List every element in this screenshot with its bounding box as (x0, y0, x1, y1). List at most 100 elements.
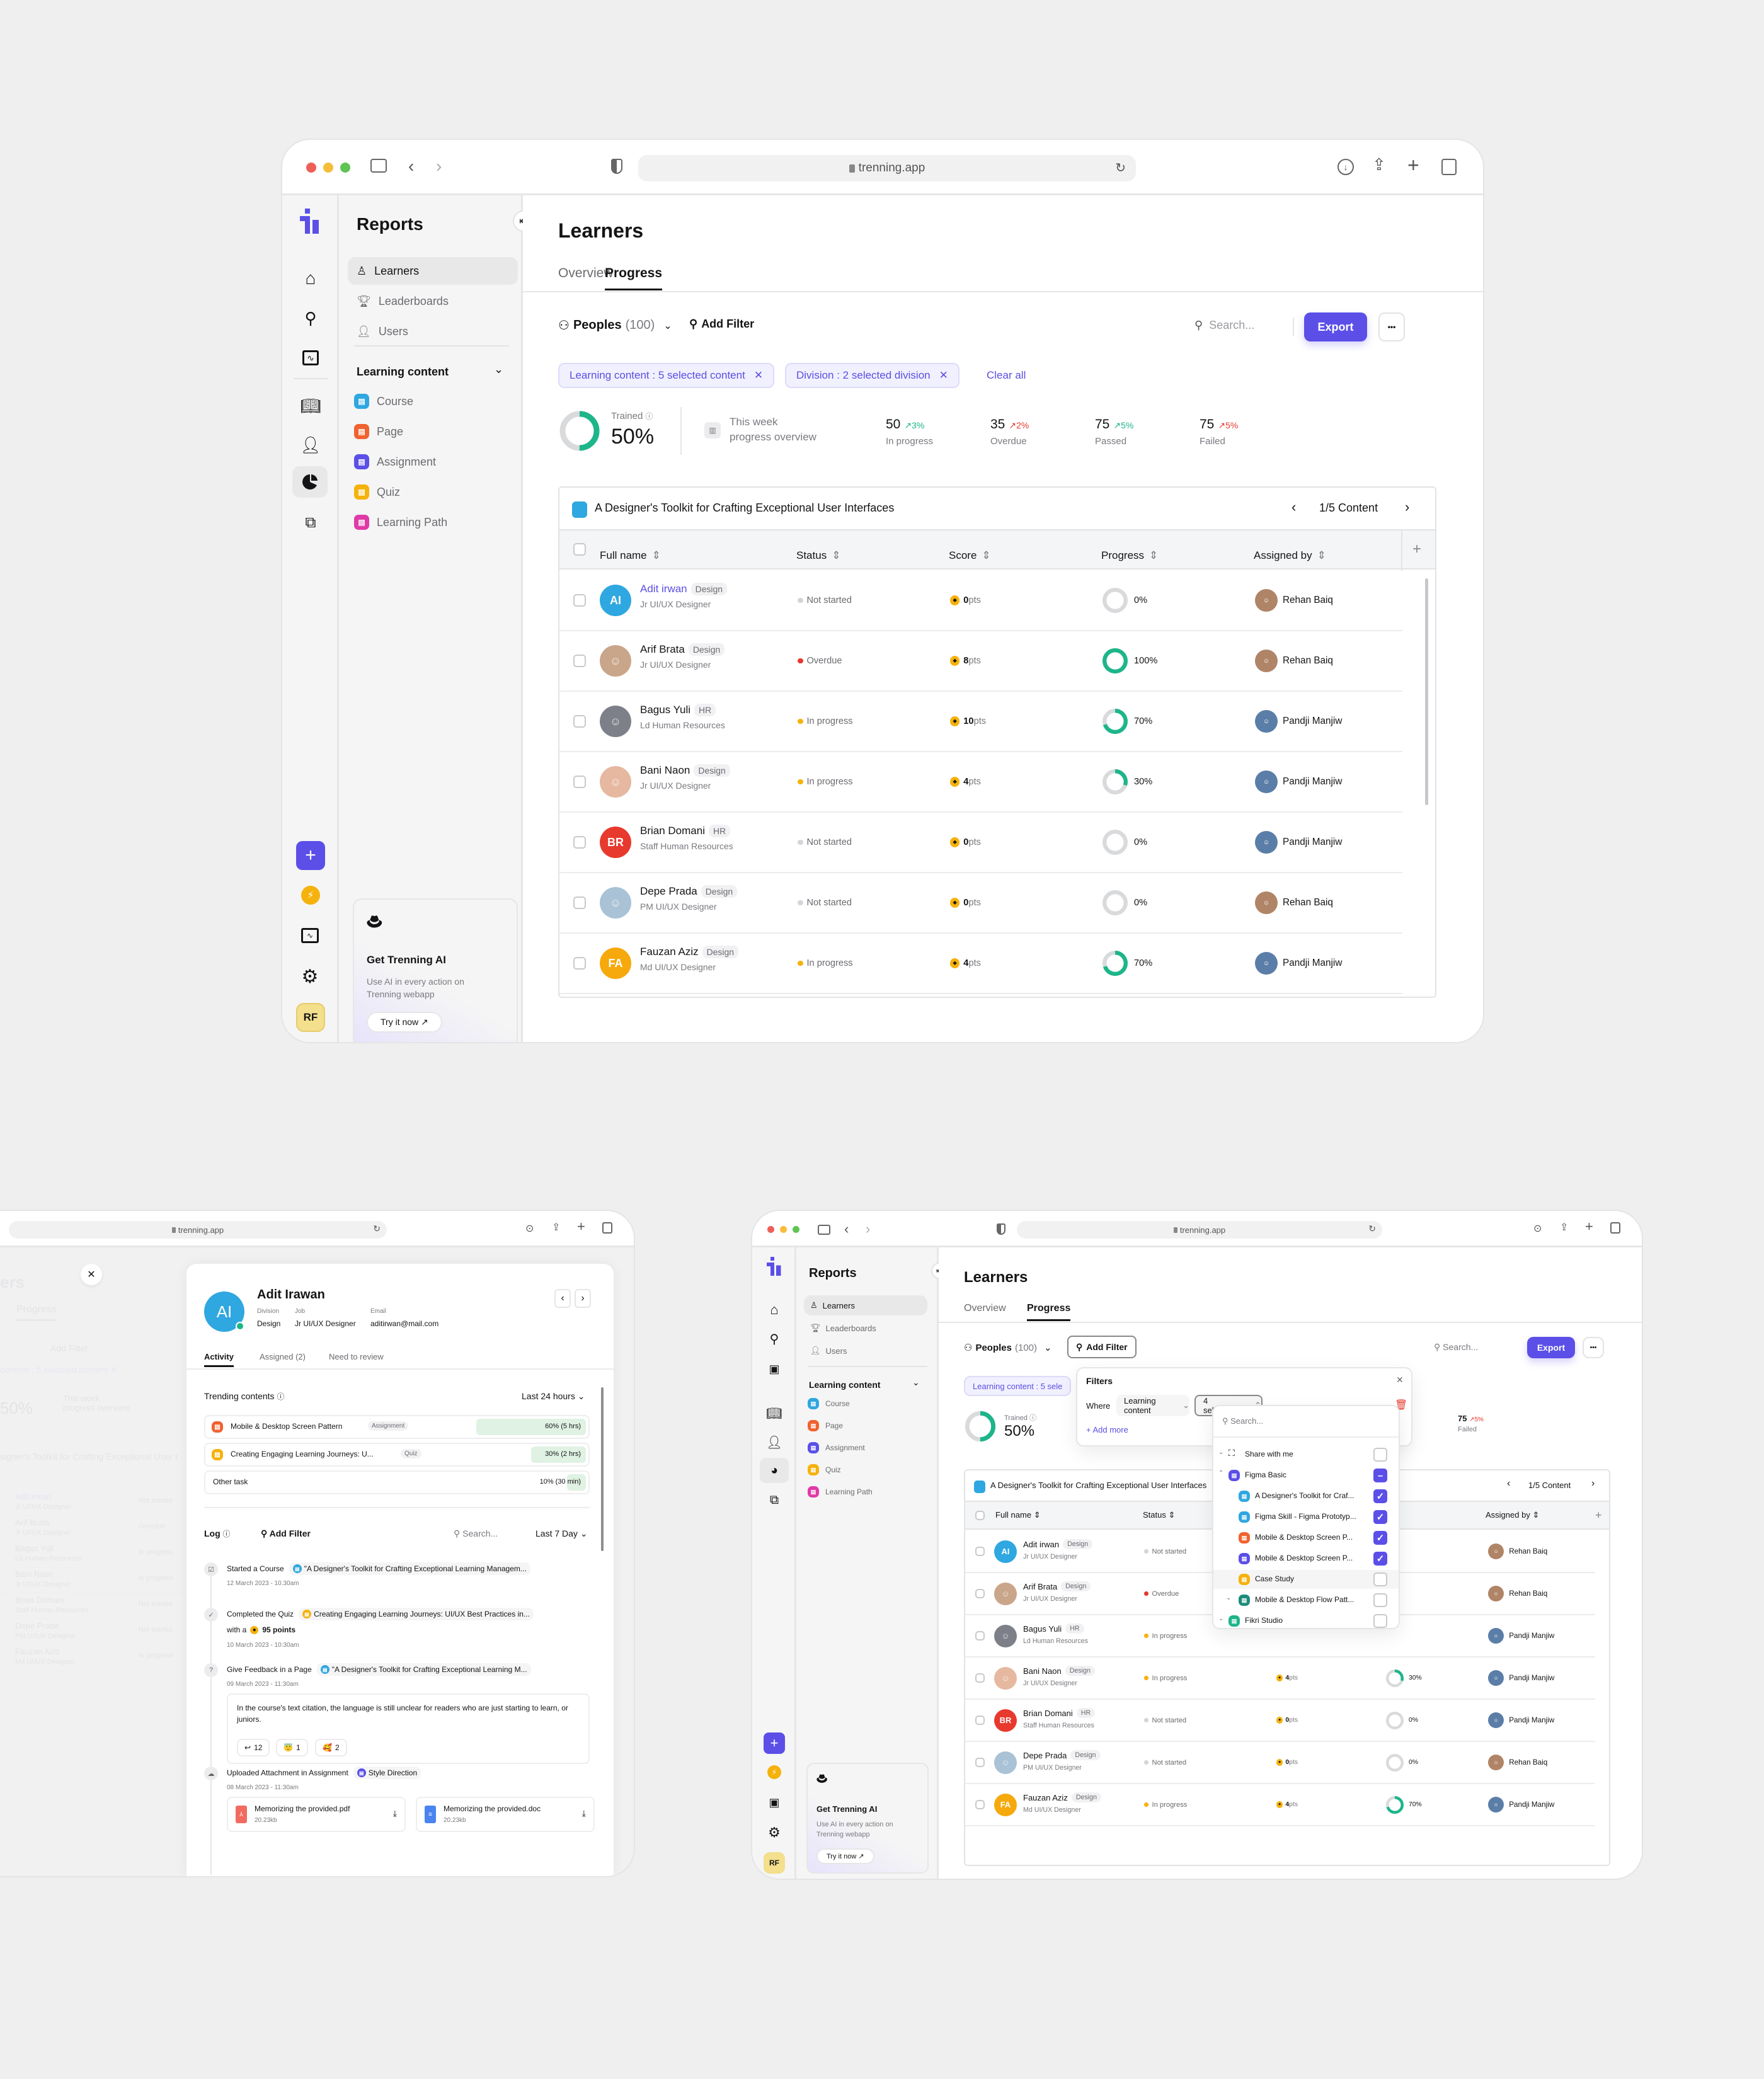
sidebar-toggle-icon[interactable] (818, 1225, 830, 1235)
sidebar-item-page[interactable]: ▤ Page (354, 422, 403, 441)
filter-chip-division[interactable]: Division : 2 selected division ✕ (785, 363, 959, 388)
select-all-checkbox[interactable] (975, 1510, 985, 1520)
sort-icon[interactable]: ⇕ (1149, 549, 1158, 561)
shield-icon[interactable] (611, 159, 622, 174)
book-icon[interactable]: 📖︎ (298, 393, 323, 418)
close-window-button[interactable] (767, 1226, 774, 1233)
tree-item[interactable]: ▤ A Designer's Toolkit for Craf... ✓ (1213, 1487, 1399, 1506)
chevron-down-icon[interactable]: ⌄ (1226, 1595, 1231, 1601)
tree-item-checkbox[interactable] (1373, 1448, 1387, 1462)
share-icon[interactable]: ⇪ (552, 1221, 560, 1234)
row-checkbox[interactable] (975, 1547, 985, 1556)
peoples-dropdown[interactable]: ⚇ Peoples (100) ⌄ (558, 318, 672, 333)
sidebar-item-course[interactable]: ▤ Course (808, 1396, 850, 1411)
export-button[interactable]: Export (1304, 312, 1367, 341)
download-icon[interactable]: ↓ (1337, 159, 1354, 175)
learner-name-link[interactable]: Fauzan Aziz (1023, 1793, 1068, 1802)
row-checkbox[interactable] (573, 776, 586, 788)
sidebar-toggle-icon[interactable] (370, 159, 387, 173)
learner-name-link[interactable]: Brian Domani (1023, 1709, 1073, 1718)
column-assigned-by[interactable]: Assigned by ⇕ (1486, 1510, 1539, 1520)
log-reference-link[interactable]: ▤ "A Designer's Toolkit for Crafting Exce… (316, 1663, 531, 1676)
sidebar-item-learners[interactable]: ♙ Learners (348, 257, 518, 285)
learner-name-link[interactable]: Adit irwan (1023, 1540, 1059, 1549)
tree-item-checkbox[interactable] (1373, 1614, 1387, 1628)
share-icon[interactable]: ⇪ (1372, 155, 1386, 175)
tree-item-checkbox[interactable] (1373, 1572, 1387, 1586)
activity-icon[interactable]: ∿ (298, 345, 323, 370)
learner-name-link[interactable]: Arif Brata (1023, 1582, 1057, 1591)
user-avatar[interactable]: RF (764, 1852, 785, 1874)
table-row[interactable]: ☺ Bani Naon Design Jr UI/UX Designer In prog… (965, 1658, 1595, 1700)
forward-icon[interactable]: › (436, 156, 442, 176)
column-assigned-by[interactable]: Assigned by ⇕ (1254, 549, 1326, 562)
more-options-button[interactable]: ••• (1378, 312, 1405, 341)
attachment-card[interactable]: ⅄ Memorizing the provided.pdf 20.23kb ⤓ (227, 1797, 406, 1832)
close-filters-button[interactable]: ✕ (1396, 1375, 1404, 1385)
pie-chart-icon[interactable] (292, 466, 328, 498)
prev-content-button[interactable]: ‹ (1292, 499, 1296, 515)
back-icon[interactable]: ‹ (408, 156, 414, 176)
try-it-now-button[interactable]: Try it now ↗ (816, 1848, 874, 1864)
share-icon[interactable]: ⇪ (1560, 1221, 1568, 1234)
add-filter-button[interactable]: ⚲ Add Filter (1067, 1336, 1137, 1358)
maximize-window-button[interactable] (793, 1226, 799, 1233)
minimize-window-button[interactable] (780, 1226, 787, 1233)
learner-name-link[interactable]: Bani Naon (640, 764, 690, 777)
tree-item[interactable]: ⌃ ▤ Figma Basic – (1213, 1466, 1399, 1485)
address-bar[interactable]: trenning.app ↻ (1017, 1221, 1382, 1239)
sidebar-item-leaderboards[interactable]: 🏆︎ Leaderboards (348, 287, 518, 315)
next-content-button[interactable]: › (1405, 499, 1409, 515)
table-row[interactable]: ☺ Bani Naon Design Jr UI/UX Designer In prog… (559, 752, 1402, 813)
row-checkbox[interactable] (975, 1673, 985, 1683)
add-more-filter-button[interactable]: + Add more (1086, 1425, 1128, 1435)
reload-icon[interactable]: ↻ (373, 1223, 381, 1234)
next-learner-button[interactable]: › (575, 1289, 591, 1308)
create-button[interactable]: + (296, 841, 325, 870)
tree-item-checkbox[interactable]: ✓ (1373, 1489, 1387, 1503)
sort-icon[interactable]: ⇕ (982, 549, 990, 561)
tabs-overview-icon[interactable] (1441, 159, 1457, 175)
address-bar[interactable]: trenning.app ↻ (9, 1221, 387, 1239)
table-row[interactable]: BR Brian Domani HR Staff Human Resources Not… (965, 1700, 1595, 1742)
remove-chip-icon[interactable]: ✕ (754, 369, 763, 382)
peoples-dropdown[interactable]: ⚇ Peoples (100) ⌄ (964, 1342, 1052, 1354)
user-icon[interactable]: 👤︎ (298, 432, 323, 457)
tree-item-checkbox[interactable]: – (1373, 1469, 1387, 1482)
learner-name-link[interactable]: Bagus Yuli (640, 704, 690, 716)
tab-progress[interactable]: Progress (605, 266, 663, 290)
new-tab-icon[interactable]: + (1407, 154, 1419, 177)
table-row[interactable]: ☺ Depe Prada Design PM UI/UX Designer Not st… (559, 873, 1402, 934)
tree-item[interactable]: ⌄ ▤ Mobile & Desktop Flow Patt... (1213, 1591, 1399, 1610)
table-row[interactable]: FA Fauzan Aziz Design Md UI/UX Designer In p… (559, 934, 1402, 994)
search-icon[interactable]: ⚲ (764, 1328, 785, 1349)
reload-icon[interactable]: ↻ (1368, 1223, 1376, 1234)
column-full-name[interactable]: Full name ⇕ (600, 549, 661, 562)
tab-overview[interactable]: Overview (964, 1303, 1006, 1314)
maximize-window-button[interactable] (340, 163, 350, 173)
user-icon[interactable]: 👤︎ (764, 1431, 785, 1453)
export-button[interactable]: Export (1527, 1337, 1575, 1358)
prev-learner-button[interactable]: ‹ (554, 1289, 571, 1308)
attachment-card[interactable]: ≡ Memorizing the provided.doc 20.23kb ⤓ (416, 1797, 595, 1832)
reload-icon[interactable]: ↻ (1115, 160, 1126, 176)
close-panel-button[interactable]: ✕ (81, 1264, 102, 1285)
tabs-overview-icon[interactable] (1610, 1222, 1620, 1234)
row-checkbox[interactable] (573, 836, 586, 849)
filter-chip-learning-content[interactable]: Learning content : 5 sele (964, 1376, 1072, 1396)
tab-progress[interactable]: Progress (1027, 1303, 1071, 1321)
reaction-button[interactable]: ↩ 12 (237, 1739, 270, 1756)
tree-item-checkbox[interactable]: ✓ (1373, 1531, 1387, 1545)
home-icon[interactable]: ⌂ (298, 266, 323, 291)
minimize-window-button[interactable] (323, 163, 333, 173)
row-checkbox[interactable] (573, 715, 586, 728)
chevron-down-icon[interactable]: ⌄ (494, 363, 503, 376)
chevron-up-icon[interactable]: ⌃ (1218, 1470, 1223, 1477)
tree-item[interactable]: ⌄ ▤ Fikri Studio (1213, 1612, 1399, 1628)
pie-chart-icon[interactable]: ◕ (760, 1458, 789, 1483)
table-row[interactable]: ☺ Bagus Yuli HR Ld Human Resources In progre… (559, 692, 1402, 752)
sort-icon[interactable]: ⇕ (1317, 549, 1326, 561)
sidebar-item-learning-path[interactable]: ▤ Learning Path (354, 513, 447, 532)
new-tab-icon[interactable]: + (577, 1218, 585, 1235)
row-checkbox[interactable] (975, 1715, 985, 1725)
